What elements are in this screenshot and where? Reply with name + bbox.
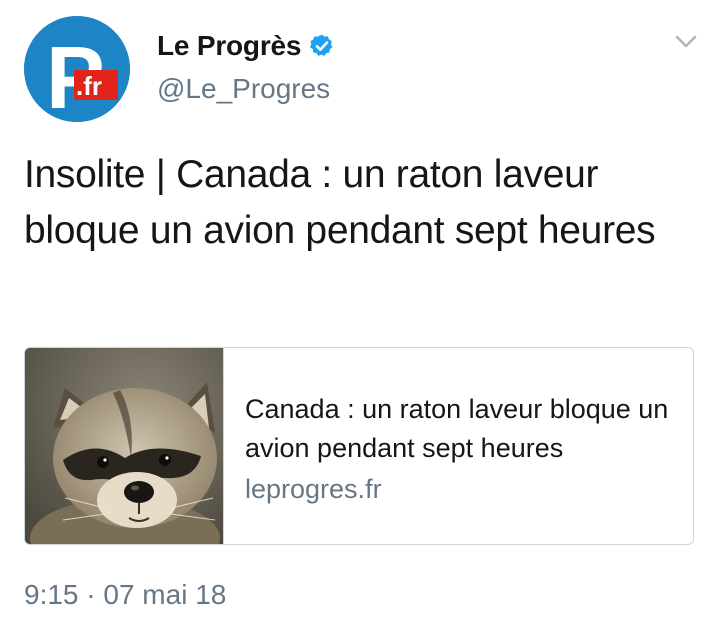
verified-badge-icon	[310, 34, 333, 56]
card-image[interactable]	[25, 348, 224, 544]
tweet-text: Insolite | Canada : un raton laveur bloq…	[24, 153, 656, 252]
chevron-down-icon[interactable]	[674, 34, 698, 50]
avatar[interactable]: P .fr	[24, 16, 130, 122]
tweet-timestamp[interactable]: 9:15 · 07 mai 18	[24, 579, 226, 611]
card-body[interactable]: Canada : un raton laveur bloque un avion…	[224, 348, 693, 544]
le-progres-logo: P .fr	[24, 16, 130, 122]
display-name[interactable]: Le Progrès	[157, 30, 301, 62]
card-domain[interactable]: leprogres.fr	[245, 470, 693, 509]
card-title[interactable]: Canada : un raton laveur bloque un avion…	[245, 390, 693, 468]
account-name-row: Le Progrès	[157, 30, 335, 62]
raccoon-photo	[25, 348, 223, 544]
logo-suffix: .fr	[76, 71, 102, 101]
account-handle[interactable]: @Le_Progres	[157, 73, 330, 105]
link-card[interactable]: Canada : un raton laveur bloque un avion…	[24, 347, 694, 545]
